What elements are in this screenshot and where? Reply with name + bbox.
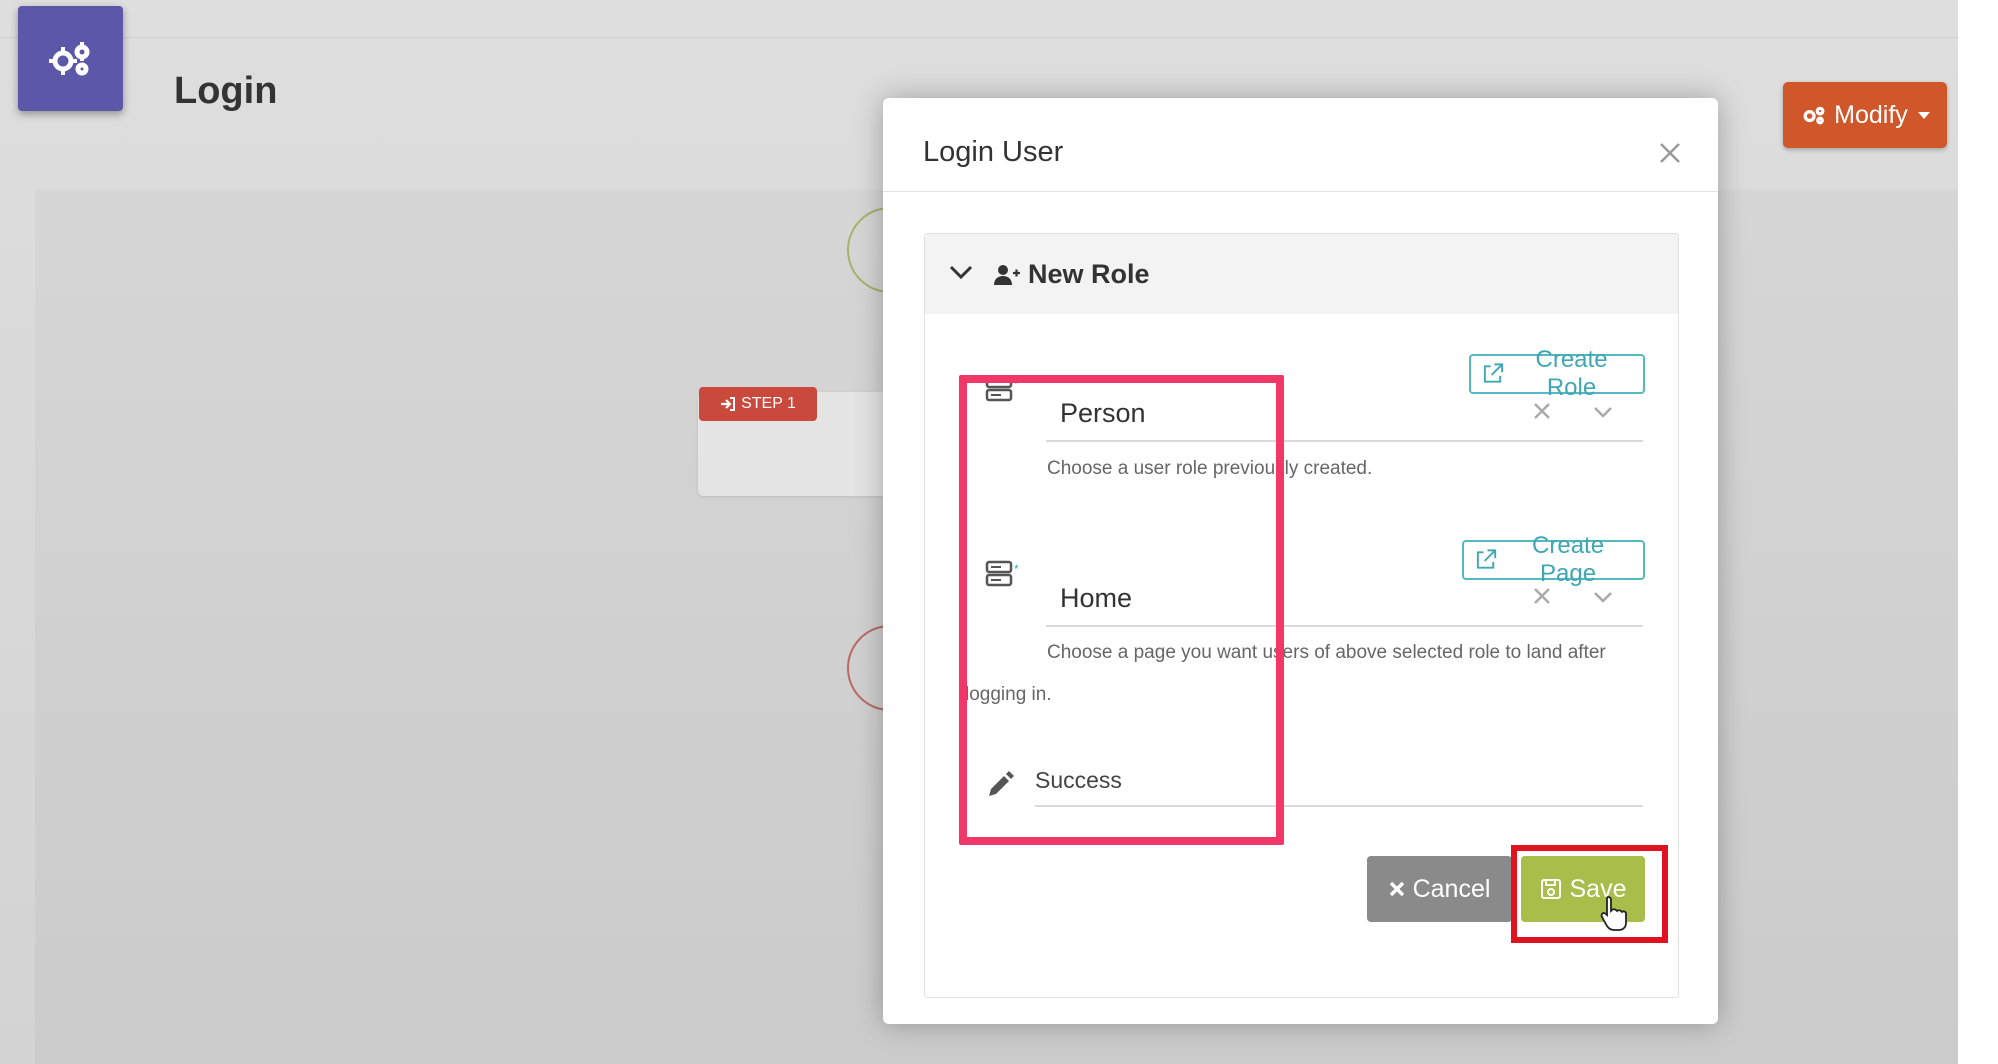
chevron-down-icon[interactable] <box>1593 591 1613 603</box>
role-select[interactable]: Person <box>1046 384 1643 442</box>
role-select-value: Person <box>1060 398 1146 428</box>
message-value: Success <box>1035 767 1122 793</box>
modal-header: Login User <box>883 98 1718 192</box>
message-field[interactable]: Success <box>1035 759 1643 807</box>
page-help-text: Choose a page you want users of above se… <box>965 642 1606 705</box>
page-select[interactable]: Home <box>1046 569 1643 627</box>
clear-icon[interactable] <box>1533 587 1551 605</box>
clear-icon[interactable] <box>1533 402 1551 420</box>
chevron-down-icon[interactable] <box>949 264 973 280</box>
page-title: Login <box>174 70 278 112</box>
modify-label: Modify <box>1834 100 1908 129</box>
step-label: STEP 1 <box>741 395 796 412</box>
step-badge: STEP 1 <box>699 387 817 421</box>
svg-text:*: * <box>1014 562 1019 576</box>
modal-title: Login User <box>923 136 1064 168</box>
modify-button[interactable]: Modify <box>1783 82 1947 148</box>
times-icon <box>1389 881 1404 897</box>
sign-in-icon <box>721 397 736 411</box>
login-user-modal: Login User New Role Create Role * Person… <box>883 98 1718 1024</box>
svg-text:*: * <box>1014 377 1019 391</box>
role-help-text: Choose a user role previously created. <box>1047 458 1373 479</box>
header-divider <box>0 37 1958 38</box>
chevron-down-icon[interactable] <box>1593 406 1613 418</box>
server-icon: * <box>985 560 1019 587</box>
section-title: New Role <box>1028 259 1150 289</box>
floppy-disk-icon <box>1540 879 1561 899</box>
app-logo <box>18 6 123 111</box>
external-link-icon <box>1483 363 1504 383</box>
user-plus-icon <box>994 265 1020 285</box>
cancel-label: Cancel <box>1412 874 1491 903</box>
pencil-icon <box>989 771 1014 796</box>
gears-icon <box>48 41 89 75</box>
window-edge <box>1958 0 1998 1064</box>
close-icon[interactable] <box>1653 136 1687 170</box>
new-role-panel: New Role Create Role * Person Choose a u… <box>924 233 1679 998</box>
gears-icon <box>1803 106 1825 125</box>
server-icon: * <box>985 375 1019 402</box>
panel-header[interactable]: New Role <box>925 234 1678 314</box>
caret-down-icon <box>1917 111 1930 119</box>
page-select-value: Home <box>1060 583 1133 613</box>
hand-cursor-icon <box>1600 896 1627 931</box>
cancel-button[interactable]: Cancel <box>1367 856 1512 922</box>
